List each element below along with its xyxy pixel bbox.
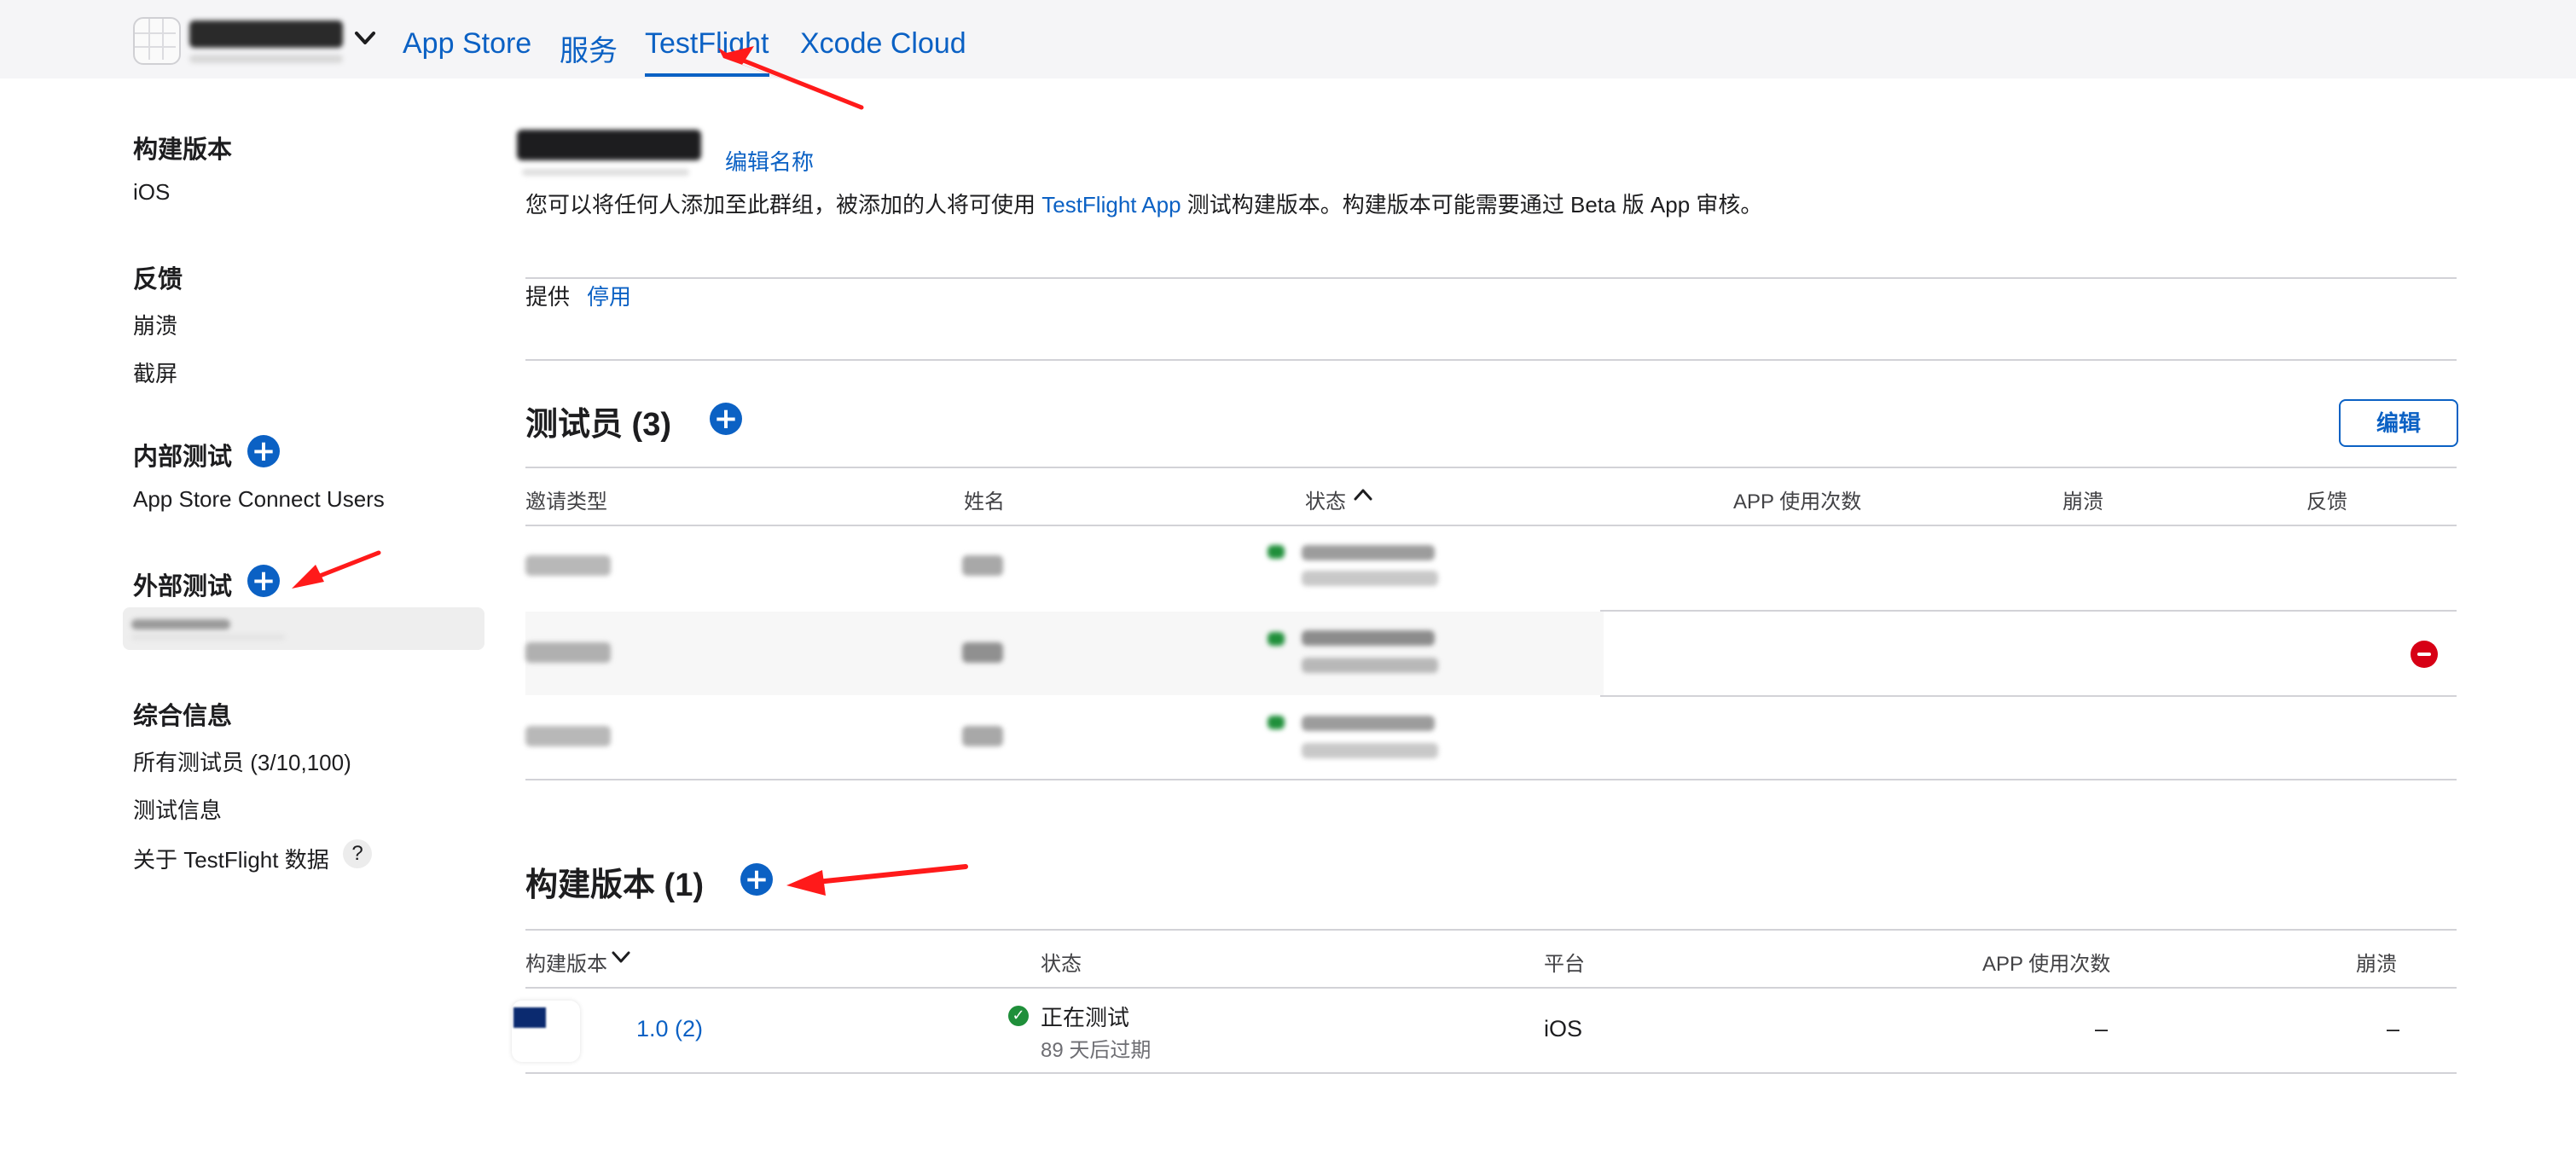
status-redacted bbox=[1268, 545, 1285, 559]
status-redacted bbox=[1302, 545, 1435, 560]
name-redacted bbox=[962, 642, 1003, 663]
group-description: 您可以将任何人添加至此群组，被添加的人将可使用 TestFlight App 测… bbox=[525, 188, 1762, 219]
app-name-redacted-sub bbox=[189, 55, 343, 63]
status-redacted bbox=[1268, 632, 1285, 646]
disable-link[interactable]: 停用 bbox=[587, 280, 631, 311]
sidebar-item-screenshots[interactable]: 截屏 bbox=[133, 357, 177, 388]
app-name-redacted[interactable] bbox=[189, 20, 343, 48]
annotation-arrow-testflight bbox=[718, 46, 864, 110]
tab-app-store[interactable]: App Store bbox=[403, 27, 531, 61]
sidebar-heading-feedback: 反馈 bbox=[133, 266, 183, 293]
build-app-uses: – bbox=[2095, 1016, 2109, 1041]
group-title-redacted-sub bbox=[522, 169, 689, 176]
chevron-down-icon[interactable] bbox=[353, 29, 377, 52]
build-status: 正在测试 bbox=[1041, 1005, 1130, 1030]
sidebar-item-all-testers[interactable]: 所有测试员 (3/10,100) bbox=[133, 746, 351, 777]
invite-type-redacted bbox=[525, 642, 611, 663]
col-crashes[interactable]: 崩溃 bbox=[2063, 484, 2103, 514]
col-name[interactable]: 姓名 bbox=[964, 484, 1005, 514]
help-icon[interactable]: ? bbox=[343, 839, 372, 868]
build-crashes: – bbox=[2387, 1016, 2400, 1041]
sidebar-item-about-data[interactable]: 关于 TestFlight 数据 bbox=[133, 843, 329, 874]
build-expiry: 89 天后过期 bbox=[1041, 1039, 1152, 1062]
add-tester-button[interactable]: + bbox=[710, 403, 742, 435]
top-bar bbox=[0, 0, 2576, 78]
external-group-name-redacted bbox=[131, 619, 230, 630]
app-icon[interactable] bbox=[133, 17, 181, 65]
sidebar-item-crashes[interactable]: 崩溃 bbox=[133, 309, 177, 340]
builds-heading: 构建版本 (1) bbox=[525, 867, 705, 903]
external-group-name-redacted-sub bbox=[131, 635, 285, 640]
col-invite-type[interactable]: 邀请类型 bbox=[525, 484, 607, 514]
name-redacted bbox=[962, 555, 1003, 576]
add-external-group-button[interactable]: + bbox=[247, 565, 280, 597]
table-row[interactable] bbox=[525, 612, 2457, 695]
build-platform: iOS bbox=[1544, 1016, 1583, 1041]
tab-services[interactable]: 服务 bbox=[560, 27, 618, 69]
add-internal-group-button[interactable]: + bbox=[247, 435, 280, 467]
status-redacted bbox=[1302, 658, 1438, 673]
table-top-rule bbox=[525, 467, 2457, 468]
col-platform[interactable]: 平台 bbox=[1544, 947, 1585, 977]
col-build-app-uses[interactable]: APP 使用次数 bbox=[1982, 947, 2110, 977]
check-circle-icon: ✓ bbox=[1008, 1006, 1029, 1026]
status-redacted bbox=[1302, 743, 1438, 758]
annotation-arrow-external bbox=[292, 550, 381, 589]
chevron-up-icon[interactable] bbox=[1353, 486, 1373, 508]
edit-testers-button[interactable]: 编辑 bbox=[2339, 399, 2458, 447]
invite-type-redacted bbox=[525, 726, 611, 746]
name-redacted bbox=[962, 726, 1003, 746]
col-status[interactable]: 状态 bbox=[1305, 484, 1346, 514]
col-build-crashes[interactable]: 崩溃 bbox=[2356, 947, 2397, 977]
group-description-text: 您可以将任何人添加至此群组，被添加的人将可使用 bbox=[525, 192, 1042, 218]
group-description-text-2: 测试构建版本。构建版本可能需要通过 Beta 版 App 审核。 bbox=[1181, 192, 1763, 218]
table-bottom-rule bbox=[525, 779, 2457, 780]
table-top-rule bbox=[525, 929, 2457, 931]
edit-group-name-link[interactable]: 编辑名称 bbox=[725, 145, 814, 177]
row-highlight bbox=[525, 612, 1604, 695]
invite-type-redacted bbox=[525, 555, 611, 576]
sidebar-heading-internal: 内部测试 bbox=[133, 444, 233, 471]
col-app-uses[interactable]: APP 使用次数 bbox=[1733, 484, 1861, 514]
status-redacted bbox=[1268, 716, 1285, 729]
col-build-version[interactable]: 构建版本 bbox=[525, 947, 607, 977]
annotation-arrow-builds bbox=[786, 864, 968, 896]
sidebar-item-internal-users[interactable]: App Store Connect Users bbox=[133, 486, 385, 513]
sidebar-heading-general-info: 综合信息 bbox=[133, 703, 233, 730]
provide-label: 提供 bbox=[525, 284, 571, 310]
table-row[interactable] bbox=[525, 526, 2457, 610]
col-feedback[interactable]: 反馈 bbox=[2306, 484, 2347, 514]
group-title-redacted bbox=[517, 130, 701, 160]
status-redacted bbox=[1302, 571, 1438, 586]
sidebar-item-test-info[interactable]: 测试信息 bbox=[133, 793, 222, 825]
sidebar-item-ios[interactable]: iOS bbox=[133, 179, 170, 206]
status-redacted bbox=[1302, 716, 1435, 731]
build-version-link[interactable]: 1.0 (2) bbox=[636, 1016, 703, 1042]
table-bottom-rule bbox=[525, 1072, 2457, 1074]
testers-heading: 测试员 (3) bbox=[525, 407, 672, 443]
remove-tester-button[interactable] bbox=[2411, 641, 2438, 668]
table-row[interactable] bbox=[525, 697, 2457, 779]
col-build-status[interactable]: 状态 bbox=[1041, 947, 1082, 977]
chevron-down-icon[interactable] bbox=[611, 949, 631, 970]
divider bbox=[525, 359, 2457, 361]
add-build-button[interactable]: + bbox=[740, 863, 773, 896]
build-app-icon bbox=[512, 1001, 580, 1062]
divider bbox=[525, 277, 2457, 279]
testflight-app-link[interactable]: TestFlight App bbox=[1041, 192, 1181, 218]
sidebar-heading-external: 外部测试 bbox=[133, 573, 233, 601]
sidebar-heading-builds: 构建版本 bbox=[133, 136, 233, 164]
status-redacted bbox=[1302, 630, 1435, 646]
table-row[interactable]: 1.0 (2) ✓ 正在测试 89 天后过期 iOS – – bbox=[512, 989, 2457, 1070]
